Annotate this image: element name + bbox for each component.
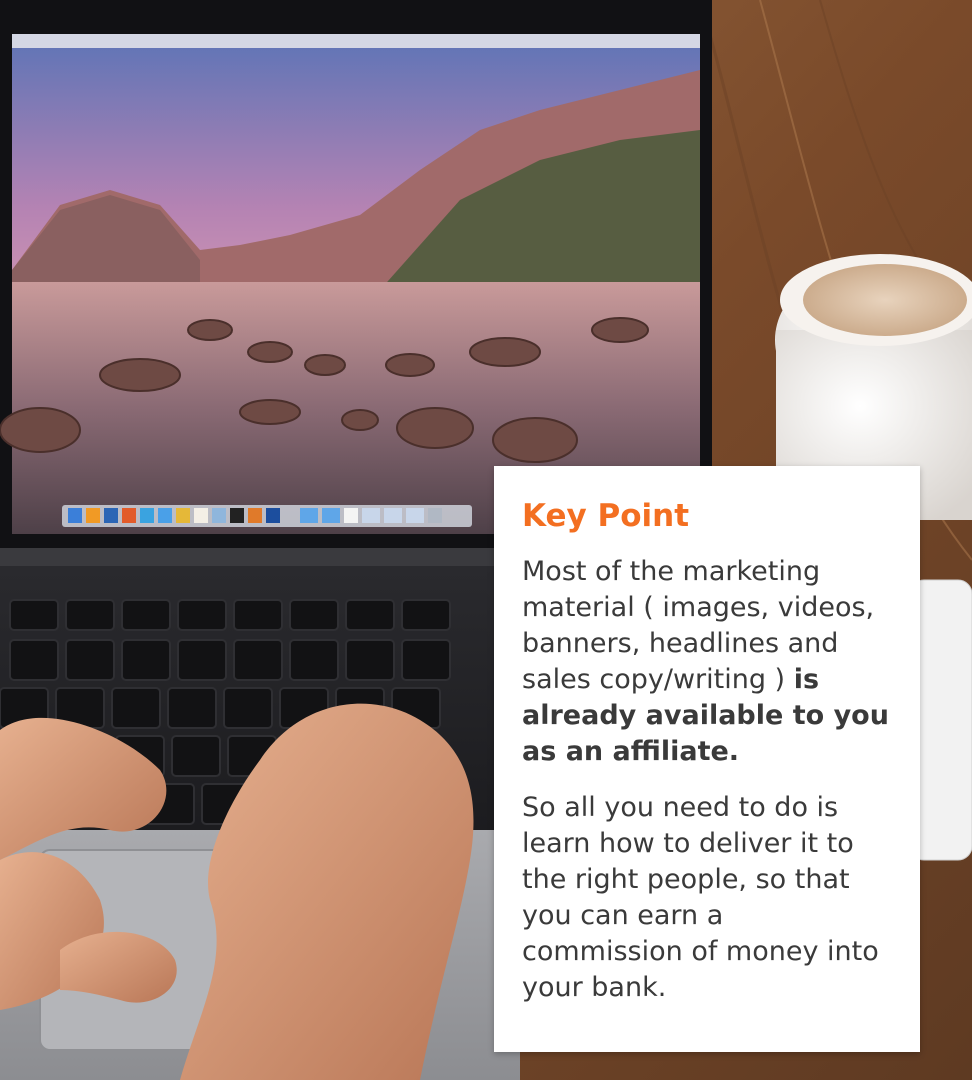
key-point-card: Key Point Most of the marketing material… (494, 466, 920, 1052)
key-point-paragraph-2: So all you need to do is learn how to de… (522, 792, 879, 1003)
key-point-title: Key Point (522, 498, 690, 534)
key-point-paragraph-1-text: Most of the marketing material ( images,… (522, 556, 875, 695)
key-point-paragraph-1: Most of the marketing material ( images,… (522, 554, 892, 770)
